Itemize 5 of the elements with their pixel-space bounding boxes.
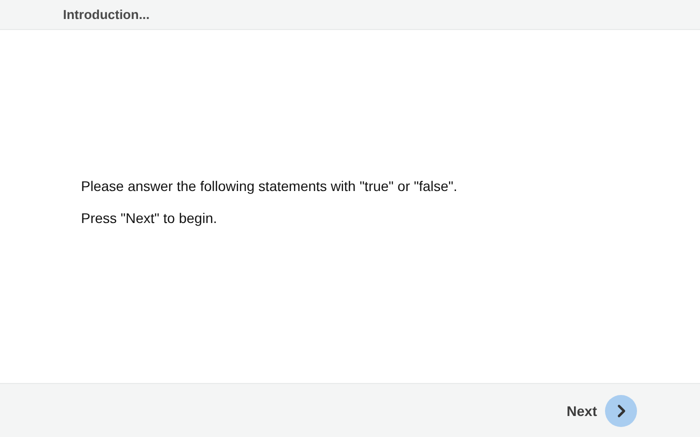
instruction-text: Please answer the following statements with "true" or "false".	[81, 177, 458, 196]
chevron-right-icon	[605, 394, 637, 426]
instruction-text: Press "Next" to begin.	[81, 209, 218, 228]
header-title: Introduction...	[63, 7, 150, 22]
next-button[interactable]: Next	[566, 394, 637, 426]
